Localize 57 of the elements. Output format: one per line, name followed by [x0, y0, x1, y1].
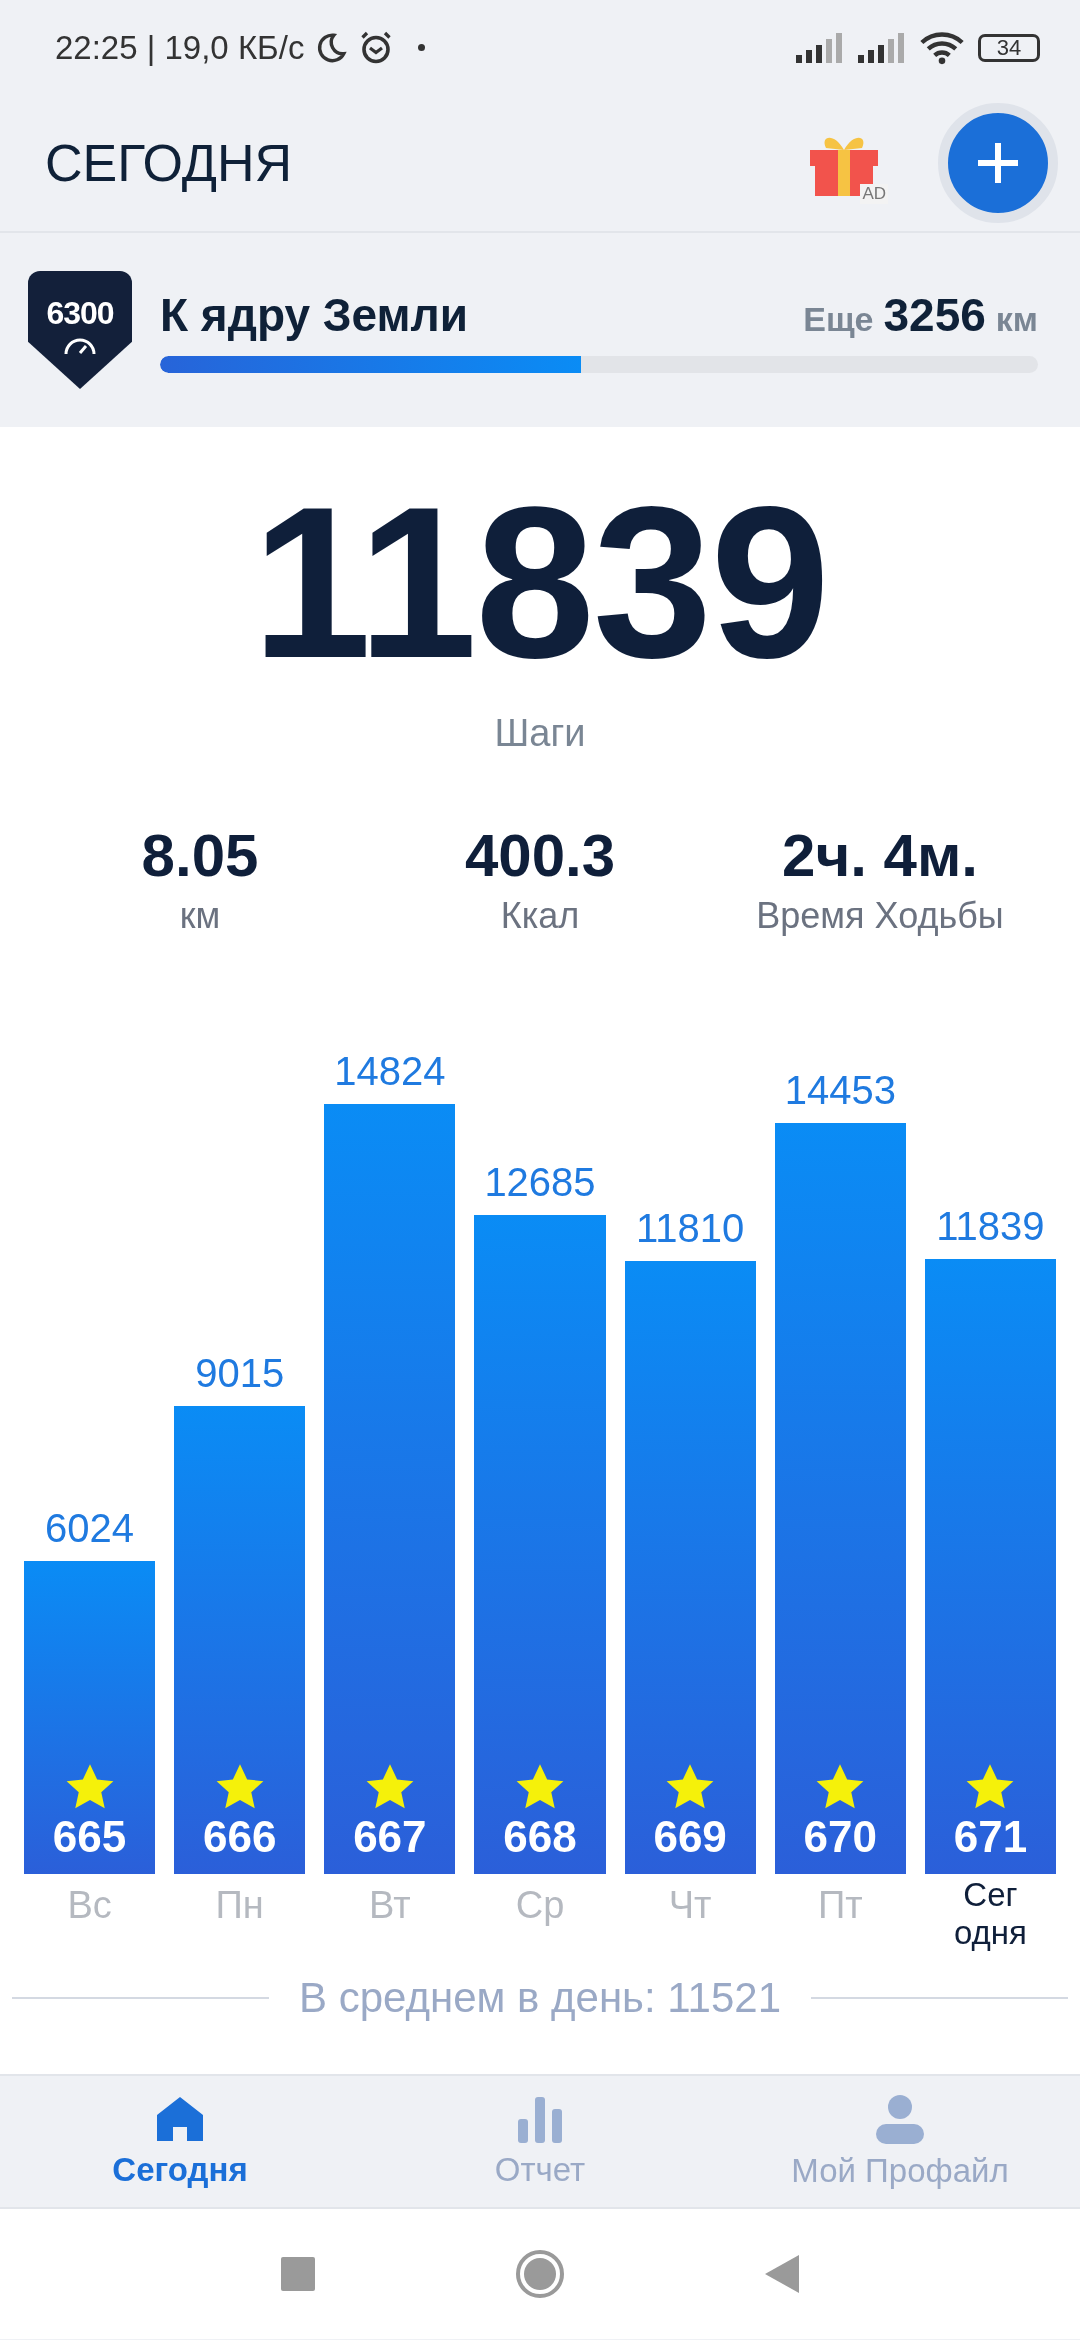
- bar-count-label: 667: [353, 1812, 427, 1862]
- bar-value: 11839: [936, 1204, 1045, 1250]
- day-bar[interactable]: 666: [174, 1405, 306, 1874]
- page-title: СЕГОДНЯ: [45, 133, 294, 193]
- home-icon: [155, 2094, 205, 2143]
- daily-average: В среднем в день: 11521: [299, 1974, 781, 2022]
- bar-value: 12685: [484, 1160, 596, 1206]
- badge-number: 6300: [46, 294, 114, 332]
- battery-icon: 34: [978, 33, 1040, 62]
- steps-label: Шаги: [494, 712, 586, 755]
- day-bar[interactable]: 670: [774, 1123, 906, 1874]
- bar-value: 6024: [45, 1506, 135, 1552]
- day-label: Вс: [66, 1883, 113, 1928]
- day-bar[interactable]: 669: [624, 1260, 756, 1874]
- day-label: Пт: [816, 1883, 864, 1928]
- day-bar[interactable]: 665: [24, 1561, 156, 1874]
- day-label: Ср: [514, 1883, 566, 1928]
- stat-label: км: [179, 895, 221, 937]
- bar-count-label: 671: [953, 1812, 1028, 1862]
- home-button[interactable]: [515, 2249, 565, 2299]
- day-bar[interactable]: 668: [474, 1215, 606, 1874]
- wifi-icon: [920, 30, 964, 65]
- signal-icon: [796, 32, 844, 63]
- bar-value: 14824: [334, 1049, 446, 1094]
- back-button[interactable]: [765, 2255, 799, 2293]
- bar-value: 9015: [195, 1350, 285, 1396]
- day-bar[interactable]: 667: [324, 1104, 456, 1874]
- dot-icon: [418, 44, 426, 51]
- stat-value: 8.05: [141, 823, 259, 889]
- bar-count-label: 669: [653, 1812, 727, 1862]
- bar-chart-icon: [516, 2094, 564, 2143]
- goal-title: К ядру Земли: [160, 287, 470, 342]
- day-label: Вт: [368, 1883, 412, 1928]
- remaining-label: Еще: [803, 299, 874, 339]
- bar-count-label: 670: [803, 1812, 877, 1862]
- day-bar[interactable]: 671: [924, 1259, 1056, 1874]
- step-count: 11839: [252, 475, 828, 690]
- stat-label: Ккал: [500, 895, 580, 937]
- plus-icon: [975, 140, 1021, 186]
- bar-value: 11810: [636, 1205, 745, 1251]
- bar-count-label: 666: [203, 1812, 277, 1862]
- bar-value: 14453: [784, 1068, 896, 1114]
- remaining-value: 3256: [883, 287, 986, 342]
- stat-label: Время Ходьбы: [756, 895, 1004, 937]
- signal-icon: [858, 32, 906, 63]
- nav-tab[interactable]: Сегодня: [0, 2076, 360, 2207]
- day-label: Чт: [667, 1883, 713, 1928]
- person-icon: [874, 2093, 926, 2144]
- stat-value: 400.3: [464, 823, 616, 889]
- bar-count-label: 668: [503, 1812, 577, 1862]
- remaining-unit: км: [995, 299, 1038, 339]
- day-label: Сег одня: [952, 1875, 1028, 1953]
- day-label: Пн: [214, 1883, 265, 1928]
- stat-value: 2ч. 4м.: [782, 823, 978, 889]
- status-text: 22:25 | 19,0 КБ/с: [55, 28, 305, 67]
- bar-count-label: 665: [52, 1812, 127, 1862]
- ad-label: AD: [860, 184, 888, 204]
